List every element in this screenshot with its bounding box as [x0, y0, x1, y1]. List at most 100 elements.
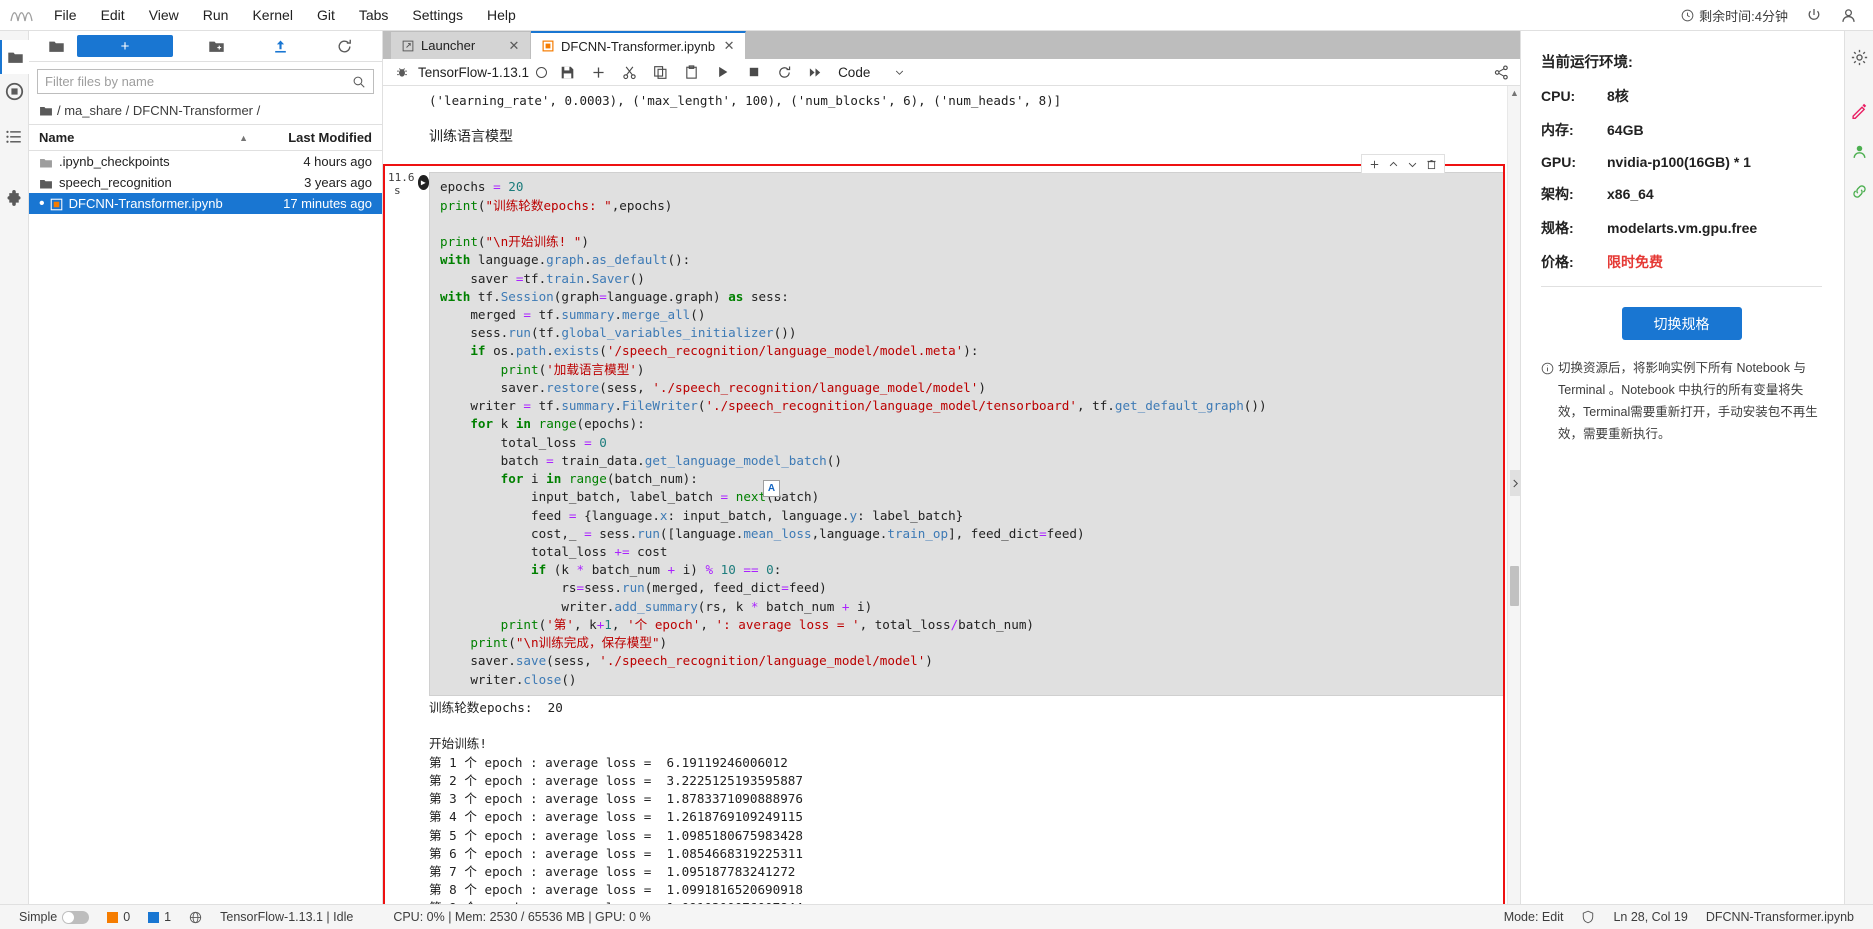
output-line: 第 1 个 epoch : average loss = 6.191192460… [429, 755, 788, 770]
status-bar: Simple 0 1 TensorFlow-1.13.1 | Idle CPU:… [0, 904, 1873, 929]
bug-icon[interactable] [389, 60, 414, 85]
breadcrumb[interactable]: / ma_share / DFCNN-Transformer / [29, 99, 382, 124]
notebook-content-area: ('learning_rate', 0.0003), ('max_length'… [383, 86, 1520, 904]
jupyter-logo-icon [0, 5, 42, 25]
tab-notebook[interactable]: DFCNN-Transformer.ipynb ✕ [531, 31, 746, 59]
list-item[interactable]: • DFCNN-Transformer.ipynb 17 minutes ago [29, 193, 382, 214]
jupyterlab-window: File Edit View Run Kernel Git Tabs Setti… [0, 0, 1873, 929]
restart-kernel-icon[interactable] [772, 60, 797, 85]
user-account-icon[interactable] [1840, 7, 1857, 24]
editor-mode[interactable]: Mode: Edit [1495, 910, 1573, 924]
sort-ascending-icon: ▲ [239, 133, 260, 143]
new-folder-icon[interactable] [35, 33, 77, 60]
spec-key: 内存: [1541, 120, 1607, 140]
chevron-down-icon [894, 67, 905, 78]
terminals-count[interactable]: 0 [98, 910, 139, 924]
simple-mode-toggle[interactable]: Simple [10, 910, 98, 924]
file-filter[interactable] [37, 69, 374, 94]
spec-row-price: 价格: 限时免费 [1541, 252, 1822, 272]
sidebar-item-file-browser[interactable] [0, 40, 29, 74]
move-cell-up-icon[interactable] [1385, 156, 1402, 172]
file-name-label: speech_recognition [59, 175, 172, 190]
right-sidebar-rail [1844, 31, 1873, 904]
countdown-timer: 剩余时间:4分钟 [1681, 6, 1788, 25]
cell-type-select[interactable]: Code [834, 65, 909, 80]
simple-toggle-switch[interactable] [62, 911, 89, 924]
pencil-icon[interactable] [1845, 94, 1873, 128]
cursor-position[interactable]: Ln 28, Col 19 [1604, 910, 1696, 924]
file-modified: 17 minutes ago [260, 196, 372, 211]
code-cell[interactable]: 11.6s ▶ epochs = 20 print("训练轮数epochs: "… [383, 164, 1505, 696]
kernels-count-value: 1 [164, 910, 171, 924]
close-icon[interactable]: ✕ [507, 38, 521, 54]
menu-settings[interactable]: Settings [400, 3, 475, 27]
gear-icon[interactable] [1845, 40, 1873, 74]
kernels-count[interactable]: 1 [139, 910, 180, 924]
globe-icon[interactable] [180, 911, 211, 924]
save-icon[interactable] [555, 60, 580, 85]
filter-files-input[interactable] [45, 74, 352, 89]
scrollbar-thumb[interactable] [1510, 566, 1519, 606]
output-line: 第 6 个 epoch : average loss = 1.085466831… [429, 846, 803, 861]
menu-help[interactable]: Help [475, 3, 528, 27]
menu-run[interactable]: Run [191, 3, 241, 27]
shield-icon[interactable] [1572, 910, 1604, 924]
list-item[interactable]: .ipynb_checkpoints 4 hours ago [29, 151, 382, 172]
kernel-name-label[interactable]: TensorFlow-1.13.1 [414, 65, 536, 80]
spec-value: modelarts.vm.gpu.free [1607, 220, 1757, 236]
play-circle-icon[interactable]: ▶ [418, 175, 430, 190]
spec-value: 64GB [1607, 122, 1644, 138]
kernel-idle-circle [536, 67, 547, 78]
run-cell-icon[interactable] [710, 60, 735, 85]
share-icon[interactable] [1489, 60, 1514, 85]
add-cell-icon[interactable] [1366, 156, 1383, 172]
sidebar-item-commands[interactable] [0, 120, 29, 154]
output-line: 第 7 个 epoch : average loss = 1.095187783… [429, 864, 795, 879]
column-header-name[interactable]: Name ▲ [39, 130, 260, 145]
notebook-cells: ('learning_rate', 0.0003), ('max_length'… [383, 86, 1507, 904]
kernel-status[interactable]: TensorFlow-1.13.1 | Idle [211, 910, 362, 924]
link-icon[interactable] [1845, 174, 1873, 208]
paste-icon[interactable] [679, 60, 704, 85]
restart-run-all-icon[interactable] [803, 60, 828, 85]
menu-view[interactable]: View [137, 3, 191, 27]
ime-indicator-badge[interactable]: A [763, 480, 780, 497]
scroll-up-arrow-icon[interactable]: ▲ [1510, 88, 1519, 98]
menu-git[interactable]: Git [305, 3, 347, 27]
menu-kernel[interactable]: Kernel [240, 3, 304, 27]
cell-output: 训练轮数epochs: 20 开始训练! 第 1 个 epoch : avera… [383, 696, 1505, 904]
insert-cell-icon[interactable] [586, 60, 611, 85]
markdown-heading[interactable]: 训练语言模型 [383, 110, 1507, 156]
stop-kernel-icon[interactable] [741, 60, 766, 85]
power-icon[interactable] [1806, 7, 1822, 23]
notebook-toolbar: TensorFlow-1.13.1 [383, 59, 1520, 86]
switch-flavor-button[interactable]: 切换规格 [1622, 307, 1742, 340]
notebook-scroll[interactable]: ('learning_rate', 0.0003), ('max_length'… [383, 86, 1507, 904]
output-line: 第 4 个 epoch : average loss = 1.261876910… [429, 809, 803, 824]
menu-tabs[interactable]: Tabs [347, 3, 401, 27]
collapse-right-panel-handle[interactable] [1510, 470, 1520, 496]
assistant-icon[interactable] [1845, 134, 1873, 168]
delete-cell-icon[interactable] [1423, 156, 1440, 172]
clock-icon [1681, 9, 1694, 22]
menu-edit[interactable]: Edit [89, 3, 137, 27]
new-launcher-button[interactable]: + [77, 35, 173, 57]
list-item[interactable]: speech_recognition 3 years ago [29, 172, 382, 193]
folder-plus-icon[interactable] [195, 33, 237, 60]
copy-icon[interactable] [648, 60, 673, 85]
sidebar-item-running[interactable] [0, 74, 29, 108]
tab-launcher[interactable]: Launcher ✕ [391, 32, 531, 59]
tab-label: DFCNN-Transformer.ipynb [561, 39, 715, 54]
cut-icon[interactable] [617, 60, 642, 85]
code-editor[interactable]: epochs = 20 print("训练轮数epochs: ",epochs)… [429, 172, 1505, 696]
upload-icon[interactable] [259, 33, 301, 60]
column-header-modified[interactable]: Last Modified [260, 130, 372, 145]
file-name-cell: • DFCNN-Transformer.ipynb [39, 196, 260, 211]
sidebar-item-extensions[interactable] [0, 182, 29, 216]
menu-file[interactable]: File [42, 3, 89, 27]
terminals-count-value: 0 [123, 910, 130, 924]
close-icon[interactable]: ✕ [722, 38, 736, 54]
refresh-icon[interactable] [323, 33, 365, 60]
output-line: 第 9 个 epoch : average loss = 1.091030007… [429, 900, 803, 904]
move-cell-down-icon[interactable] [1404, 156, 1421, 172]
